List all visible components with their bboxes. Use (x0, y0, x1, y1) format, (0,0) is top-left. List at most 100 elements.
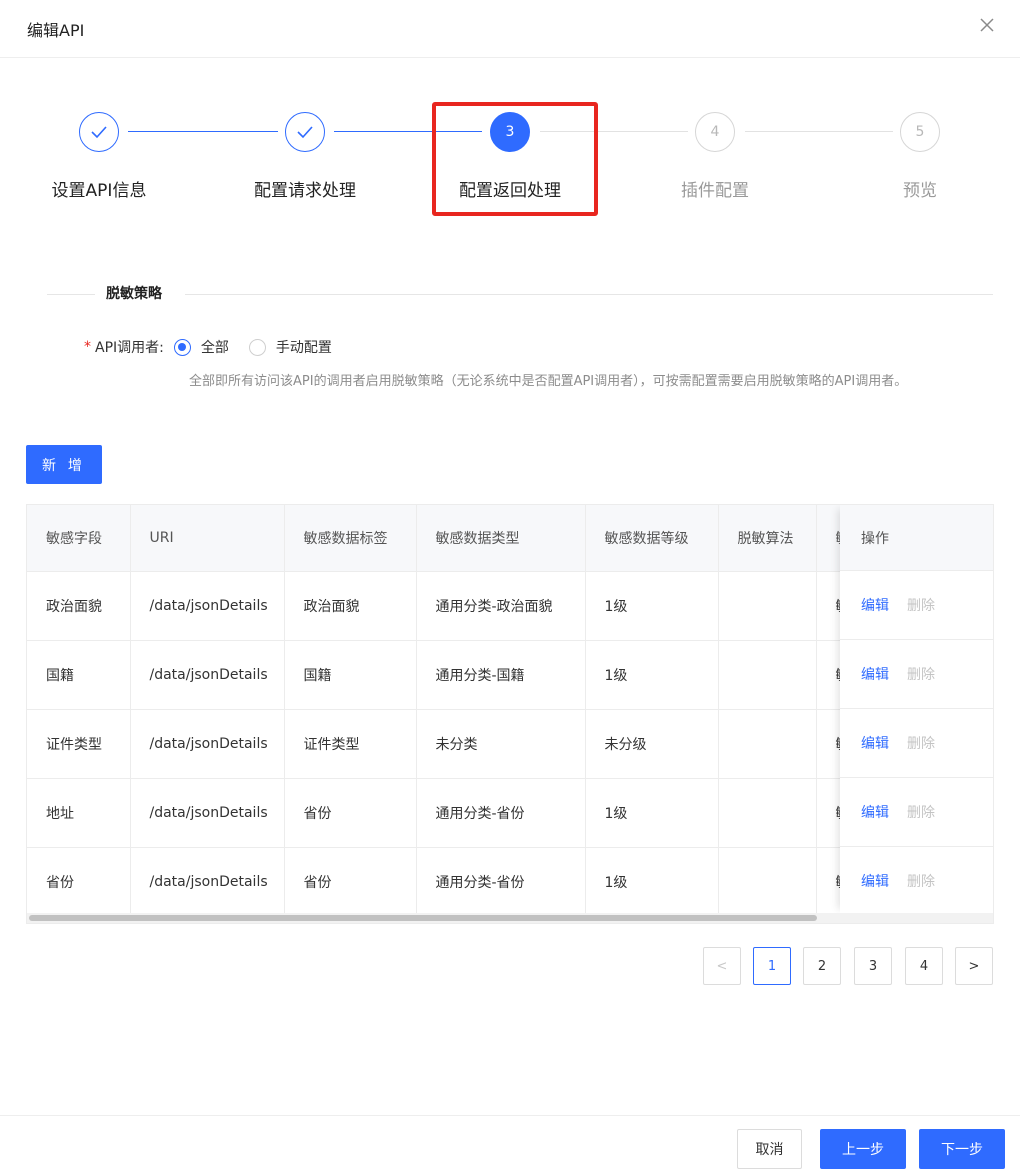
ops-cell: 编辑 删除 (840, 778, 993, 847)
col-header-ops: 操作 (840, 505, 993, 571)
page-button-2[interactable]: 2 (803, 947, 841, 985)
delete-link[interactable]: 删除 (907, 733, 935, 753)
ops-cell: 编辑 删除 (840, 640, 993, 709)
table-cell: 省份 (27, 847, 131, 917)
page-button-1[interactable]: 1 (753, 947, 791, 985)
table-cell: 未分级 (585, 709, 719, 779)
step-label-2: 配置请求处理 (254, 181, 356, 201)
caller-hint: 全部即所有访问该API的调用者启用脱敏策略（无论系统中是否配置API调用者），可… (189, 374, 908, 389)
table-cell: /data/jsonDetails (130, 778, 285, 848)
step-1-check-icon (79, 112, 119, 152)
edit-link[interactable]: 编辑 (861, 595, 889, 615)
table-cell: 省份 (284, 847, 417, 917)
table-cell: 省份 (284, 778, 417, 848)
table-cell: 1级 (585, 778, 719, 848)
table-cell: 政治面貌 (284, 571, 417, 641)
table-cell: 1级 (585, 571, 719, 641)
ops-cell: 编辑 删除 (840, 847, 993, 916)
prev-step-button[interactable]: 上一步 (820, 1129, 906, 1169)
table-cell (718, 709, 817, 779)
step-line-1 (128, 131, 278, 132)
table-cell (718, 571, 817, 641)
table-cell: 1级 (585, 847, 719, 917)
radio-all-dot[interactable] (173, 338, 191, 356)
page-button-3[interactable]: 3 (854, 947, 892, 985)
table-row: 证件类型 /data/jsonDetails 证件类型 未分类 未分级 敏 (27, 709, 877, 779)
step-3-number: 3 (490, 112, 530, 152)
table-cell: 通用分类-省份 (416, 847, 586, 917)
edit-link[interactable]: 编辑 (861, 664, 889, 684)
table-row: 省份 /data/jsonDetails 省份 通用分类-省份 1级 敏 (27, 847, 877, 917)
col-header-field: 敏感字段 (27, 505, 131, 572)
table-cell: 政治面貌 (27, 571, 131, 641)
col-header-algorithm: 脱敏算法 (718, 505, 817, 572)
edit-link[interactable]: 编辑 (861, 733, 889, 753)
table-cell: 证件类型 (27, 709, 131, 779)
radio-all-label: 全部 (200, 340, 229, 356)
caller-label: API调用者: (95, 340, 164, 356)
table-cell: /data/jsonDetails (130, 571, 285, 641)
edit-link[interactable]: 编辑 (861, 802, 889, 822)
table-cell: 通用分类-国籍 (416, 640, 586, 710)
delete-link[interactable]: 删除 (907, 664, 935, 684)
dialog-header: 编辑API (0, 0, 1020, 58)
add-button[interactable]: 新 增 (26, 445, 102, 484)
close-icon[interactable] (974, 12, 1000, 38)
radio-manual-dot[interactable] (248, 338, 266, 356)
section-title: 脱敏策略 (106, 286, 162, 302)
horizontal-scrollbar[interactable] (27, 913, 993, 923)
dialog-title: 编辑API (27, 21, 85, 40)
page-button-4[interactable]: 4 (905, 947, 943, 985)
ops-column: 操作 编辑 删除 编辑 删除 编辑 删除 编辑 删除 编辑 删除 (840, 505, 993, 916)
required-mark: * (84, 339, 91, 355)
table: 敏感字段 URI 敏感数据标签 敏感数据类型 敏感数据等级 脱敏算法 敏 政治面… (27, 505, 877, 917)
table-cell: 地址 (27, 778, 131, 848)
table-cell (718, 640, 817, 710)
next-step-button[interactable]: 下一步 (919, 1129, 1005, 1169)
scrollbar-thumb[interactable] (29, 915, 817, 921)
delete-link[interactable]: 删除 (907, 595, 935, 615)
step-line-3 (540, 131, 688, 132)
table-cell: 通用分类-政治面貌 (416, 571, 586, 641)
edit-link[interactable]: 编辑 (861, 871, 889, 891)
radio-manual[interactable]: 手动配置 (248, 337, 332, 357)
radio-all[interactable]: 全部 (173, 337, 229, 357)
next-page-button[interactable]: > (955, 947, 993, 985)
dialog-footer: 取消 上一步 下一步 (0, 1115, 1020, 1173)
prev-page-button[interactable]: < (703, 947, 741, 985)
step-label-3: 配置返回处理 (459, 181, 561, 201)
table-cell: /data/jsonDetails (130, 847, 285, 917)
table-cell: /data/jsonDetails (130, 640, 285, 710)
table-row: 政治面貌 /data/jsonDetails 政治面貌 通用分类-政治面貌 1级… (27, 571, 877, 641)
ops-cell: 编辑 删除 (840, 571, 993, 640)
table-cell: 通用分类-省份 (416, 778, 586, 848)
table-cell: /data/jsonDetails (130, 709, 285, 779)
table-cell (718, 778, 817, 848)
sensitive-fields-table: 敏感字段 URI 敏感数据标签 敏感数据类型 敏感数据等级 脱敏算法 敏 政治面… (26, 504, 994, 924)
delete-link[interactable]: 删除 (907, 802, 935, 822)
step-2-check-icon (285, 112, 325, 152)
radio-manual-label: 手动配置 (275, 340, 332, 356)
delete-link[interactable]: 删除 (907, 871, 935, 891)
table-row: 国籍 /data/jsonDetails 国籍 通用分类-国籍 1级 敏 (27, 640, 877, 710)
step-label-5: 预览 (903, 181, 937, 201)
cancel-button[interactable]: 取消 (737, 1129, 802, 1169)
col-header-uri: URI (130, 505, 285, 572)
table-row: 地址 /data/jsonDetails 省份 通用分类-省份 1级 敏 (27, 778, 877, 848)
table-cell: 国籍 (284, 640, 417, 710)
col-header-level: 敏感数据等级 (585, 505, 719, 572)
steps-bar: 3 4 5 设置API信息 配置请求处理 配置返回处理 插件配置 预览 (0, 110, 1020, 220)
table-cell: 1级 (585, 640, 719, 710)
pagination: < 1 2 3 4 > (0, 947, 1020, 985)
step-line-4 (745, 131, 893, 132)
ops-cell: 编辑 删除 (840, 709, 993, 778)
col-header-type: 敏感数据类型 (416, 505, 586, 572)
table-cell: 证件类型 (284, 709, 417, 779)
step-line-2 (334, 131, 482, 132)
section-divider: 脱敏策略 (47, 283, 993, 303)
step-label-1: 设置API信息 (51, 181, 147, 201)
step-4-number: 4 (695, 112, 735, 152)
step-5-number: 5 (900, 112, 940, 152)
col-header-tag: 敏感数据标签 (284, 505, 417, 572)
table-header-row: 敏感字段 URI 敏感数据标签 敏感数据类型 敏感数据等级 脱敏算法 敏 (27, 505, 877, 572)
